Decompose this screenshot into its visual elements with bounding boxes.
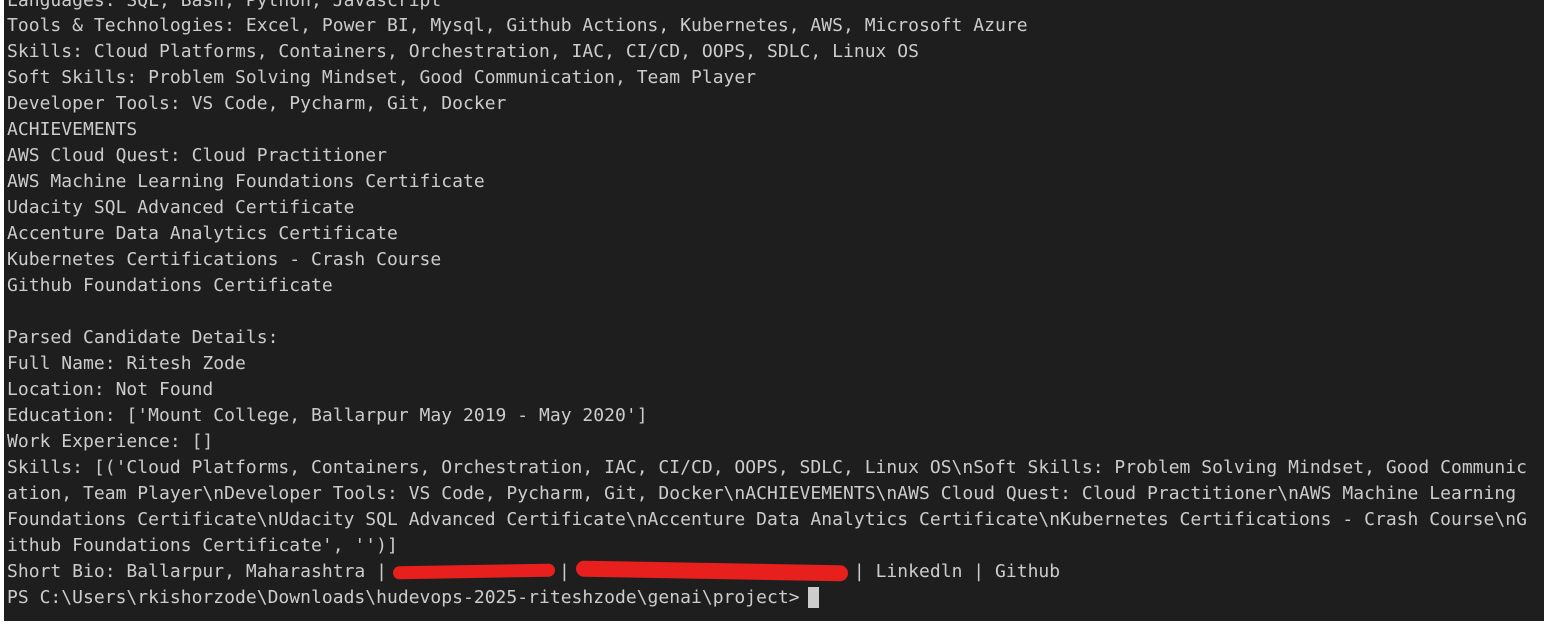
- terminal-line: ation, Team Player\nDeveloper Tools: VS …: [7, 483, 1517, 504]
- short-bio-line: Short Bio: Ballarpur, Maharashtra | | | Li…: [7, 559, 1527, 585]
- terminal-window[interactable]: Languages: SQL, Bash, Python, Javascript…: [4, 0, 1544, 621]
- redaction-mark: [392, 563, 556, 579]
- terminal-line: Work Experience: []: [7, 431, 214, 452]
- bio-suffix: | Linkedln | Github: [853, 561, 1061, 582]
- terminal-line: AWS Cloud Quest: Cloud Practitioner: [7, 145, 387, 166]
- terminal-line: Location: Not Found: [7, 379, 214, 400]
- text-cursor: [807, 586, 819, 608]
- terminal-line: Skills: [('Cloud Platforms, Containers, …: [7, 457, 1527, 478]
- terminal-line: Parsed Candidate Details:: [7, 327, 279, 348]
- bio-prefix: Short Bio: Ballarpur, Maharashtra |: [7, 561, 387, 582]
- terminal-line: Kubernetes Certifications - Crash Course: [7, 249, 442, 270]
- terminal-line: Foundations Certificate\nUdacity SQL Adv…: [7, 509, 1527, 530]
- terminal-line: Languages: SQL, Bash, Python, Javascript: [7, 0, 442, 11]
- terminal-line: AWS Machine Learning Foundations Certifi…: [7, 171, 485, 192]
- redaction-mark: [575, 560, 848, 582]
- terminal-line: ithub Foundations Certificate', '')]: [7, 535, 398, 556]
- terminal-line: Developer Tools: VS Code, Pycharm, Git, …: [7, 93, 507, 114]
- terminal-line: ACHIEVEMENTS: [7, 119, 138, 140]
- terminal-line: Tools & Technologies: Excel, Power BI, M…: [7, 15, 1028, 36]
- prompt-line[interactable]: PS C:\Users\rkishorzode\Downloads\hudevo…: [7, 585, 1527, 611]
- prompt-text: PS C:\Users\rkishorzode\Downloads\hudevo…: [7, 587, 800, 608]
- terminal-line: Education: ['Mount College, Ballarpur Ma…: [7, 405, 648, 426]
- terminal-line: Full Name: Ritesh Zode: [7, 353, 246, 374]
- terminal-line: Soft Skills: Problem Solving Mindset, Go…: [7, 67, 757, 88]
- terminal-line: Udacity SQL Advanced Certificate: [7, 197, 355, 218]
- terminal-line: Skills: Cloud Platforms, Containers, Orc…: [7, 41, 919, 62]
- terminal-line: Github Foundations Certificate: [7, 275, 333, 296]
- bio-separator: |: [559, 561, 570, 582]
- terminal-output: Languages: SQL, Bash, Python, Javascript…: [7, 0, 1527, 611]
- terminal-line: Accenture Data Analytics Certificate: [7, 223, 398, 244]
